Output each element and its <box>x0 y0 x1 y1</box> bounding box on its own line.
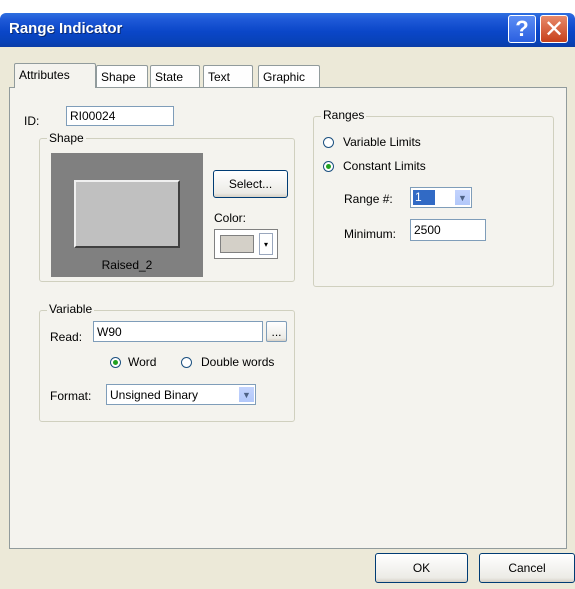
tab-label: Graphic <box>263 70 306 84</box>
tab-text[interactable]: Text <box>203 65 253 87</box>
variable-group-label: Variable <box>47 302 95 316</box>
chevron-down-icon[interactable]: ▼ <box>238 386 255 403</box>
color-label: Color: <box>214 211 247 225</box>
help-button[interactable]: ? <box>508 15 536 43</box>
format-label: Format: <box>50 389 92 403</box>
range-number-label: Range #: <box>344 192 393 206</box>
tab-graphic[interactable]: Graphic <box>258 65 320 87</box>
id-input[interactable] <box>66 106 174 126</box>
shape-preview: Raised_2 <box>51 153 203 277</box>
raised-shape-icon <box>74 180 180 248</box>
word-label: Word <box>128 355 157 369</box>
color-dropdown-icon[interactable]: ▾ <box>259 233 273 255</box>
minimum-label: Minimum: <box>344 227 397 241</box>
tab-state[interactable]: State <box>150 65 200 87</box>
variable-limits-label: Variable Limits <box>343 135 421 149</box>
tab-label: Text <box>208 70 231 84</box>
tab-label: Shape <box>101 70 136 84</box>
cancel-button[interactable]: Cancel <box>479 553 575 583</box>
tab-attributes[interactable]: Attributes <box>14 63 96 88</box>
shape-group-label: Shape <box>47 131 86 145</box>
word-radio[interactable] <box>110 357 121 368</box>
constant-limits-label: Constant Limits <box>343 159 426 173</box>
chevron-down-icon[interactable]: ▼ <box>454 189 471 206</box>
format-value: Unsigned Binary <box>110 388 199 402</box>
format-select[interactable]: Unsigned Binary ▼ <box>106 384 256 405</box>
variable-limits-radio[interactable] <box>323 137 334 148</box>
id-label: ID: <box>24 114 40 128</box>
browse-variable-button[interactable]: ... <box>266 321 287 342</box>
ok-button[interactable]: OK <box>375 553 468 583</box>
read-input[interactable] <box>93 321 263 342</box>
double-words-radio[interactable] <box>181 357 192 368</box>
help-icon: ? <box>515 16 529 41</box>
minimum-input[interactable] <box>410 219 486 241</box>
close-button[interactable]: ✕ <box>540 15 568 43</box>
color-picker[interactable]: ▾ <box>214 229 278 259</box>
select-shape-button[interactable]: Select... <box>213 170 288 198</box>
tab-shape[interactable]: Shape <box>96 65 148 87</box>
ranges-group-label: Ranges <box>321 108 367 122</box>
constant-limits-radio[interactable] <box>323 161 334 172</box>
tab-label: State <box>155 70 184 84</box>
close-icon: ✕ <box>543 15 565 43</box>
range-number-select[interactable]: 1 ▼ <box>410 187 472 208</box>
tab-label: Attributes <box>19 68 70 82</box>
color-swatch <box>220 235 254 253</box>
window-title: Range Indicator <box>9 20 123 37</box>
range-number-value: 1 <box>413 190 435 205</box>
double-words-label: Double words <box>201 355 275 369</box>
read-label: Read: <box>50 330 83 344</box>
shape-preview-label: Raised_2 <box>101 258 153 272</box>
